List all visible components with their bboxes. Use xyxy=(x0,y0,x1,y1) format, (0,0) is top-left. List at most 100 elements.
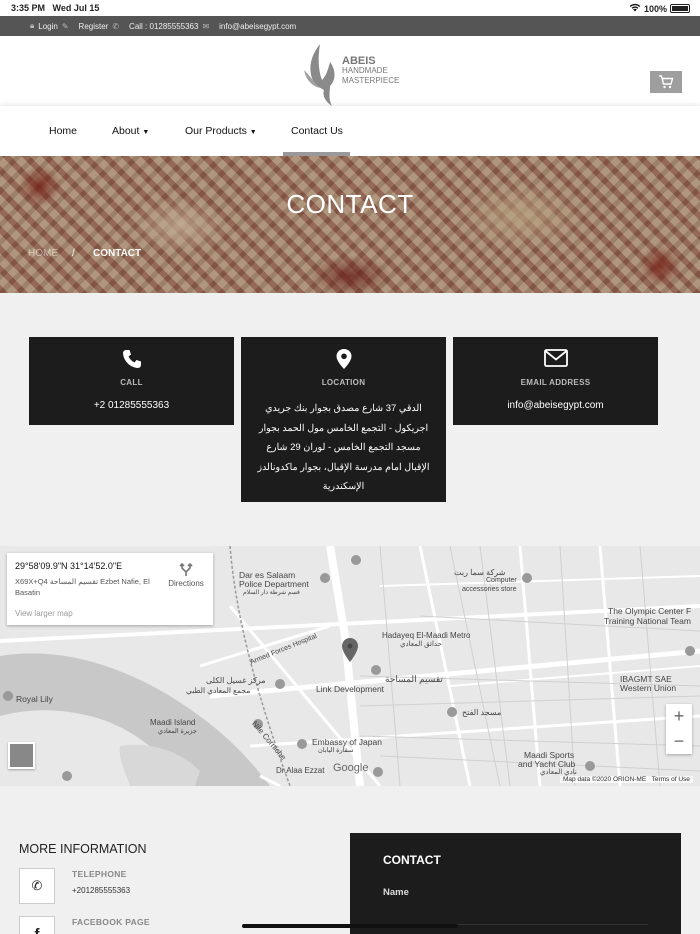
phone-icon: ✆ xyxy=(112,21,120,31)
nav-about-label: About xyxy=(112,125,140,137)
directions-button[interactable]: Directions xyxy=(163,562,209,588)
call-card: CALL +2 01285555363 xyxy=(29,337,234,425)
email-icon-wrap xyxy=(453,349,658,367)
breadcrumb-separator: / xyxy=(72,248,75,259)
map-label-hadayeq-ar: حدائق المعادي xyxy=(400,641,442,648)
map-label-police: Police Department xyxy=(239,579,309,589)
wifi-icon xyxy=(629,3,641,14)
main-nav: Home About ▼ Our Products ▼ Contact Us xyxy=(0,106,700,156)
phone-icon xyxy=(122,350,141,368)
location-title: LOCATION xyxy=(321,378,366,387)
cart-button[interactable] xyxy=(650,71,682,93)
bird-logo-icon xyxy=(304,44,335,106)
email-value[interactable]: info@abeisegypt.com xyxy=(453,400,658,411)
call-value[interactable]: +2 01285555363 xyxy=(29,400,234,411)
status-right: 100% xyxy=(629,3,690,14)
map-label-linkdev: Link Development xyxy=(316,684,385,694)
location-value: الدقي 37 شارع مصدق بجوار بنك جريدي اجريك… xyxy=(257,403,430,492)
site-header: ABEIS HANDMADE MASTERPIECE xyxy=(0,36,700,106)
register-link[interactable]: Register ✆ xyxy=(79,22,120,31)
telephone-label: TELEPHONE xyxy=(72,869,127,879)
email-label: info@abeisegypt.com xyxy=(219,21,297,31)
call-info: Call : 01285555363 ✉ xyxy=(129,22,209,31)
map-label-sharika-ar: شركة سما ربت xyxy=(454,568,506,577)
form-title: CONTACT xyxy=(383,853,441,867)
status-time: 3:35 PM Wed Jul 15 xyxy=(11,3,100,13)
map-data-credit: Map data ©2020 ORION-ME xyxy=(563,776,647,783)
location-card: LOCATION الدقي 37 شارع مصدق بجوار بنك جر… xyxy=(241,337,446,502)
logo-text: ABEIS HANDMADE MASTERPIECE xyxy=(342,56,399,86)
map-label-accessories: accessories store xyxy=(462,586,517,593)
nav-about[interactable]: About ▼ xyxy=(112,125,149,137)
name-field-label: Name xyxy=(383,887,409,898)
map-label-police-ar: قسم شرطة دار السلام xyxy=(243,590,300,596)
logo-line-2: HANDMADE xyxy=(342,66,388,75)
login-link[interactable]: 🔒︎ Login ✎ xyxy=(30,21,69,31)
logo-line-3: MASTERPIECE xyxy=(342,76,400,85)
nav-products[interactable]: Our Products ▼ xyxy=(185,125,257,137)
zoom-out-button[interactable]: − xyxy=(666,729,692,754)
map-pin-icon xyxy=(336,349,351,369)
cart-icon xyxy=(659,75,674,89)
zoom-in-button[interactable]: + xyxy=(666,704,692,729)
call-label: Call : 01285555363 xyxy=(129,21,199,31)
call-icon-wrap xyxy=(29,349,234,369)
map-label-yacht-ar: نادي المعادي xyxy=(540,769,577,776)
name-input[interactable] xyxy=(383,903,648,925)
map-address: X69X+Q4 تقسيم المساحة Ezbet Nafie, El Ba… xyxy=(15,577,150,597)
nav-home[interactable]: Home xyxy=(49,125,77,137)
telephone-value[interactable]: +201285555363 xyxy=(72,886,130,895)
map-coordinates: 29°58'09.9"N 31°14'52.0"E xyxy=(15,561,123,571)
battery-icon xyxy=(670,4,690,13)
map-label-hadayeq: Hadayeq El-Maadi Metro xyxy=(382,631,471,640)
hero-banner: CONTACT HOME / CONTACT xyxy=(0,156,700,293)
logo-line-1: ABEIS xyxy=(342,55,376,67)
email-title: EMAIL ADDRESS xyxy=(520,378,591,387)
breadcrumb-home[interactable]: HOME xyxy=(28,248,58,259)
home-indicator xyxy=(242,924,458,928)
battery-percent: 100% xyxy=(643,3,667,14)
edit-icon: ✎ xyxy=(61,21,69,31)
caret-down-icon: ▼ xyxy=(249,129,257,136)
google-map[interactable]: Dar es Salaam Police Department قسم شرطة… xyxy=(0,546,700,786)
facebook-icon: f xyxy=(34,925,40,934)
breadcrumb-current: CONTACT xyxy=(93,248,142,259)
nav-contact[interactable]: Contact Us xyxy=(291,125,343,137)
map-label-alfath-ar: مسجد الفتح xyxy=(462,708,502,717)
location-icon-wrap xyxy=(241,349,446,369)
view-larger-map-link[interactable]: View larger map xyxy=(15,609,73,618)
envelope-icon: ✉ xyxy=(202,21,210,31)
more-info-title: MORE INFORMATION xyxy=(19,842,147,856)
pegman-icon[interactable] xyxy=(8,742,35,769)
directions-label: Directions xyxy=(168,579,204,588)
email-link[interactable]: info@abeisegypt.com xyxy=(219,22,296,31)
map-label-western: Western Union xyxy=(620,683,677,693)
map-label-ezzat: Dr.Alaa Ezzat xyxy=(276,766,325,775)
terms-of-use-link[interactable]: Terms of Use xyxy=(652,776,690,783)
map-info-card: 29°58'09.9"N 31°14'52.0"E X69X+Q4 تقسيم … xyxy=(7,553,213,625)
directions-icon xyxy=(179,562,193,576)
call-title: CALL xyxy=(120,378,143,387)
facebook-icon-box[interactable]: f xyxy=(19,916,55,934)
map-label-computer: Computer xyxy=(486,577,517,584)
map-zoom-control: + − xyxy=(666,704,692,754)
map-footer: Map data ©2020 ORION-ME Terms of Use xyxy=(560,776,693,783)
map-label-taqsim: تقسيم المساحة xyxy=(385,674,443,684)
caret-down-icon: ▼ xyxy=(142,129,150,136)
email-card: EMAIL ADDRESS info@abeisegypt.com xyxy=(453,337,658,425)
login-label: Login xyxy=(38,21,58,31)
lock-icon: 🔒︎ xyxy=(30,21,35,30)
register-label: Register xyxy=(78,21,109,31)
map-label-hospital-ar: مركز غسيل الكلى xyxy=(206,676,266,685)
google-logo: Google xyxy=(333,762,369,774)
map-label-olympic-2: Training National Team xyxy=(604,616,691,626)
page-title: CONTACT xyxy=(286,189,414,219)
banner-overlay xyxy=(0,156,700,293)
facebook-label: FACEBOOK PAGE xyxy=(72,917,150,927)
site-logo[interactable]: ABEIS HANDMADE MASTERPIECE xyxy=(300,40,410,106)
phone-ring-icon: ✆ xyxy=(31,878,43,893)
map-label-hospital2-ar: مجمع المعادي الطبي xyxy=(186,686,251,695)
status-bar: 3:35 PM Wed Jul 15 100% xyxy=(0,0,700,16)
nav-products-label: Our Products xyxy=(185,125,247,137)
map-label-maadi-island: Maadi Island xyxy=(150,718,196,727)
